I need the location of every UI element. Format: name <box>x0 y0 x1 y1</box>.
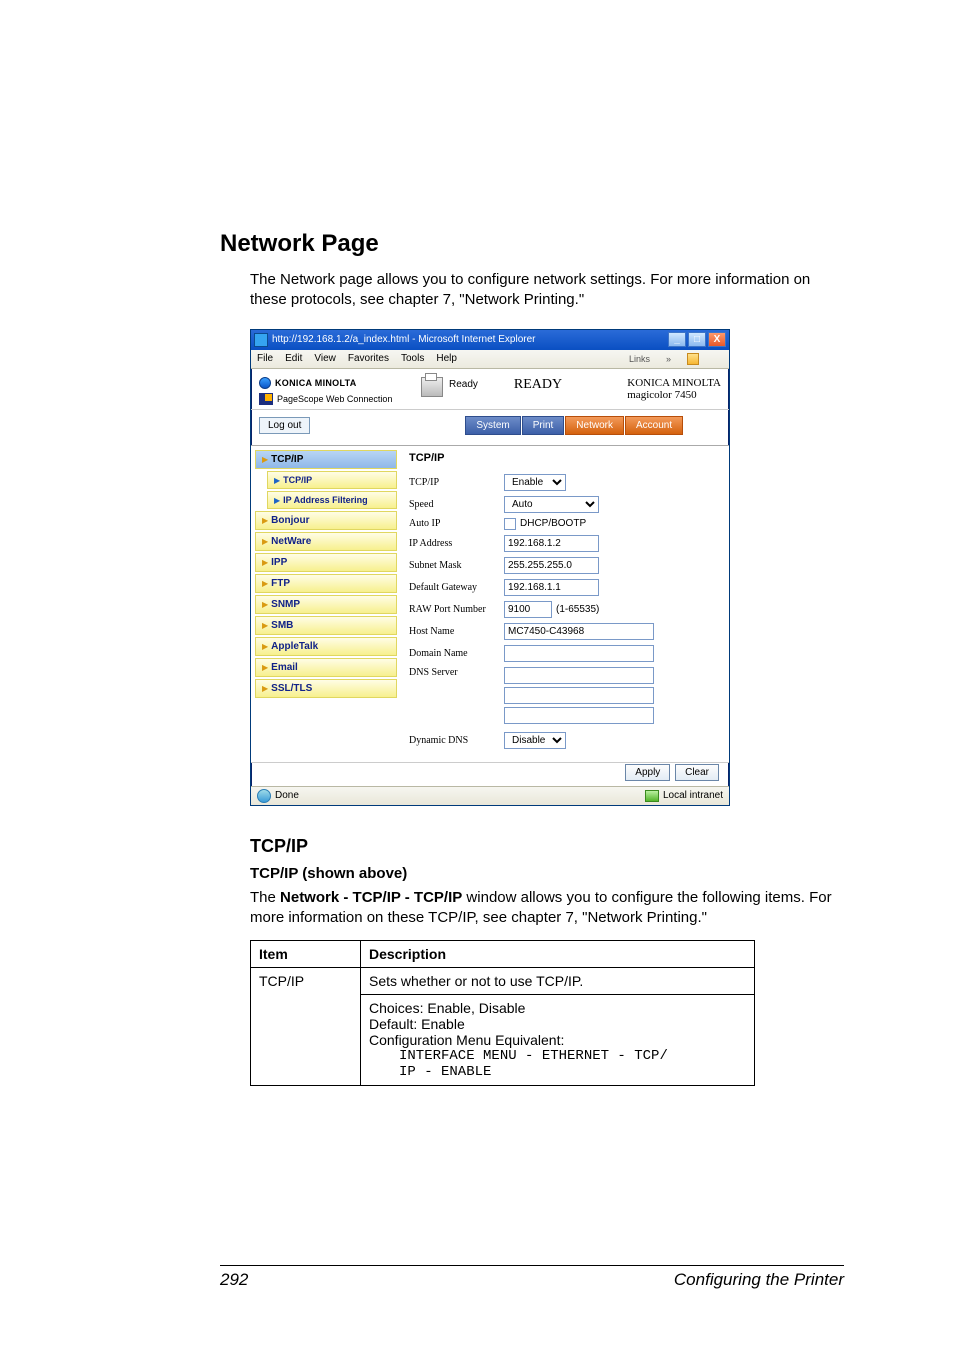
browser-window: http://192.168.1.2/a_index.html - Micros… <box>250 329 730 806</box>
label-subnet: Subnet Mask <box>409 560 504 571</box>
description-table: Item Description TCP/IP Sets whether or … <box>250 940 755 1086</box>
menu-tools[interactable]: Tools <box>401 353 424 364</box>
select-tcpip[interactable]: Enable <box>504 474 566 491</box>
input-rawport[interactable] <box>504 601 552 618</box>
page-heading: Network Page <box>220 230 844 258</box>
titlebar: http://192.168.1.2/a_index.html - Micros… <box>251 330 729 350</box>
label-gateway: Default Gateway <box>409 582 504 593</box>
printer-icon <box>421 377 443 397</box>
checkbox-dhcp[interactable] <box>504 518 516 530</box>
input-ipaddress[interactable] <box>504 535 599 552</box>
nav-smb[interactable]: ▶SMB <box>255 616 397 635</box>
ready-small: Ready <box>449 379 478 390</box>
description-paragraph: The Network - TCP/IP - TCP/IP window all… <box>250 888 844 929</box>
label-rawport: RAW Port Number <box>409 604 504 615</box>
pagescope-icon <box>259 393 273 405</box>
nav-netware[interactable]: ▶NetWare <box>255 532 397 551</box>
banner-right-brand: KONICA MINOLTA <box>627 377 721 389</box>
nav-ssl[interactable]: ▶SSL/TLS <box>255 679 397 698</box>
nav-snmp[interactable]: ▶SNMP <box>255 595 397 614</box>
globe-icon <box>259 377 271 389</box>
links-icon[interactable] <box>687 353 699 365</box>
menu-edit[interactable]: Edit <box>285 353 302 364</box>
menubar: File Edit View Favorites Tools Help Link… <box>251 350 729 369</box>
input-dns1[interactable] <box>504 667 654 684</box>
label-hostname: Host Name <box>409 626 504 637</box>
content-heading: TCP/IP <box>409 452 719 464</box>
status-zone: Local intranet <box>663 790 723 801</box>
ie-icon <box>254 333 268 347</box>
ready-big: READY <box>514 377 562 393</box>
label-domain: Domain Name <box>409 648 504 659</box>
menu-favorites[interactable]: Favorites <box>348 353 389 364</box>
label-dns: DNS Server <box>409 667 504 678</box>
pagescope-text: PageScope Web Connection <box>277 394 392 404</box>
zone-icon <box>645 790 659 802</box>
logout-button[interactable]: Log out <box>259 417 310 434</box>
td-desc-1: Sets whether or not to use TCP/IP. <box>361 968 755 995</box>
nav-email[interactable]: ▶Email <box>255 658 397 677</box>
page-number: 292 <box>220 1270 248 1290</box>
intro-paragraph: The Network page allows you to configure… <box>250 270 844 311</box>
banner-right-model: magicolor 7450 <box>627 389 721 401</box>
label-speed: Speed <box>409 499 504 510</box>
select-ddns[interactable]: Disable <box>504 732 566 749</box>
window-title: http://192.168.1.2/a_index.html - Micros… <box>272 334 666 345</box>
status-done: Done <box>275 790 299 801</box>
input-gateway[interactable] <box>504 579 599 596</box>
brand-logo-text: KONICA MINOLTA <box>275 378 357 388</box>
input-domain[interactable] <box>504 645 654 662</box>
apply-button[interactable]: Apply <box>625 764 670 781</box>
label-dhcp-bootp: DHCP/BOOTP <box>520 518 586 529</box>
menu-help[interactable]: Help <box>436 353 457 364</box>
links-label: Links <box>629 354 650 364</box>
select-speed[interactable]: Auto <box>504 496 599 513</box>
nav-ip-filtering[interactable]: ▶IP Address Filtering <box>267 491 397 509</box>
menu-file[interactable]: File <box>257 353 273 364</box>
nav-bonjour[interactable]: ▶Bonjour <box>255 511 397 530</box>
clear-button[interactable]: Clear <box>675 764 719 781</box>
nav-ftp[interactable]: ▶FTP <box>255 574 397 593</box>
label-tcpip: TCP/IP <box>409 477 504 488</box>
input-dns2[interactable] <box>504 687 654 704</box>
tab-print[interactable]: Print <box>522 416 565 435</box>
nav-appletalk[interactable]: ▶AppleTalk <box>255 637 397 656</box>
section-heading-tcpip: TCP/IP <box>250 836 844 857</box>
td-item: TCP/IP <box>251 968 361 1086</box>
close-button[interactable]: X <box>708 332 726 347</box>
label-ipaddress: IP Address <box>409 538 504 549</box>
input-hostname[interactable] <box>504 623 654 640</box>
tab-system[interactable]: System <box>465 416 520 435</box>
th-description: Description <box>361 941 755 968</box>
banner: KONICA MINOLTA PageScope Web Connection … <box>251 369 729 410</box>
tab-account[interactable]: Account <box>625 416 683 435</box>
input-subnet[interactable] <box>504 557 599 574</box>
td-desc-2: Choices: Enable, Disable Default: Enable… <box>361 995 755 1086</box>
subsection-heading: TCP/IP (shown above) <box>250 865 844 882</box>
nav-ipp[interactable]: ▶IPP <box>255 553 397 572</box>
minimize-button[interactable]: _ <box>668 332 686 347</box>
content-panel: TCP/IP TCP/IP Enable Speed Auto Auto IP … <box>401 446 729 762</box>
nav-tcpip[interactable]: ▶TCP/IP <box>255 450 397 469</box>
maximize-button[interactable]: □ <box>688 332 706 347</box>
label-ddns: Dynamic DNS <box>409 735 504 746</box>
done-icon <box>257 789 271 803</box>
page-footer: 292 Configuring the Printer <box>220 1265 844 1290</box>
menu-view[interactable]: View <box>314 353 336 364</box>
nav-tcpip-sub[interactable]: ▶TCP/IP <box>267 471 397 489</box>
sidenav: ▶TCP/IP ▶TCP/IP ▶IP Address Filtering ▶B… <box>251 446 401 762</box>
tab-network[interactable]: Network <box>565 416 624 435</box>
chapter-title: Configuring the Printer <box>674 1270 844 1290</box>
label-autoip: Auto IP <box>409 518 504 529</box>
th-item: Item <box>251 941 361 968</box>
label-rawport-range: (1-65535) <box>556 604 599 615</box>
input-dns3[interactable] <box>504 707 654 724</box>
